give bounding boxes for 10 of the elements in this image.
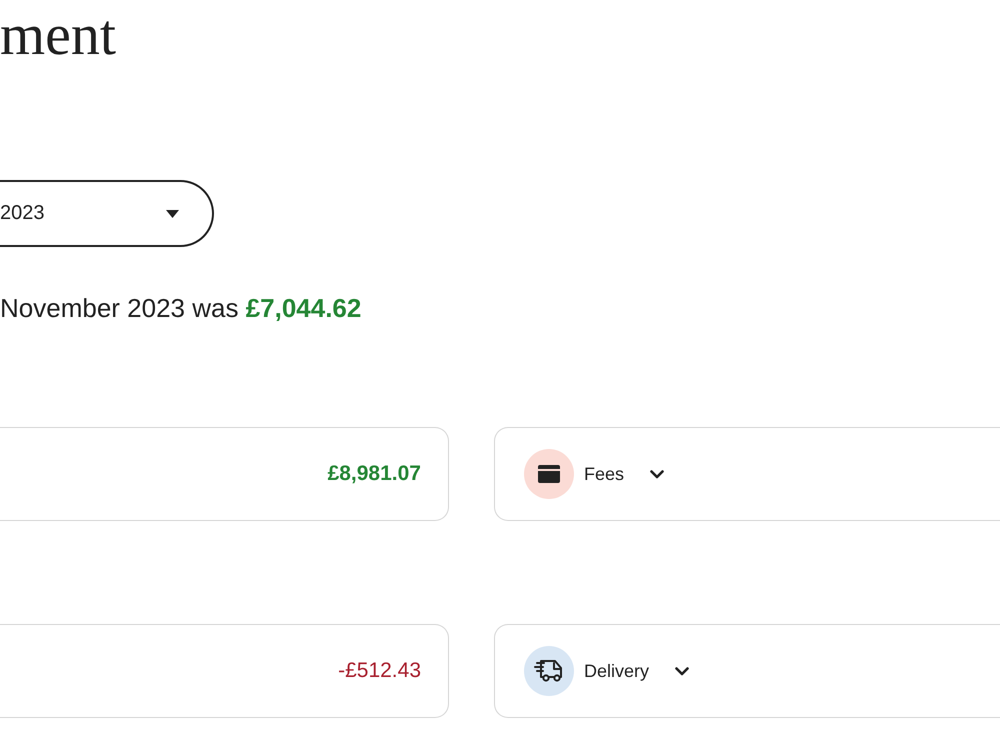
period-dropdown[interactable]: 2023 (0, 180, 214, 247)
expand-toggle[interactable]: Fees (584, 464, 664, 484)
page-title: ment (0, 1, 117, 64)
amount-text: £8,981.07 (328, 462, 421, 486)
caret-icon (166, 210, 179, 218)
credit-card-icon (524, 449, 574, 499)
summary-text: November 2023 was £7,044.62 (0, 292, 362, 324)
amount-text: -£512.43 (338, 659, 421, 683)
expand-toggle[interactable]: Delivery (584, 660, 690, 682)
truck-icon (524, 646, 574, 696)
